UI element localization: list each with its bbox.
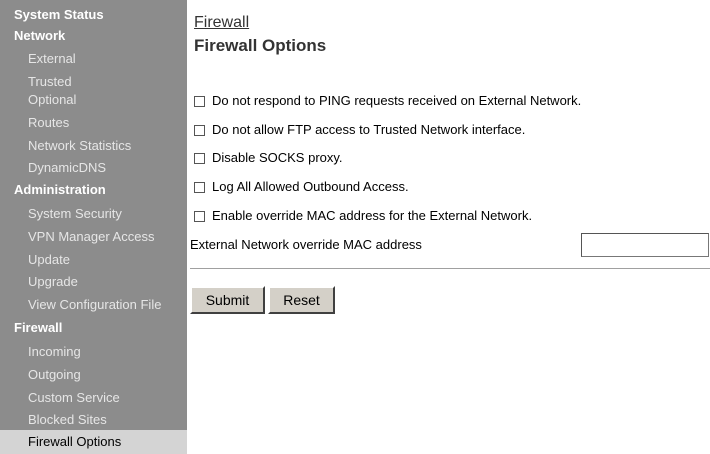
submit-button[interactable]: Submit [190,286,265,314]
option-row-ftp[interactable]: Do not allow FTP access to Trusted Netwo… [194,122,525,138]
checkbox-socks[interactable] [194,152,205,164]
reset-button[interactable]: Reset [268,286,335,314]
nav-heading-administration[interactable]: Administration [14,181,106,198]
sidebar-item-dynamicdns[interactable]: DynamicDNS [28,159,106,176]
breadcrumb-firewall-link[interactable]: Firewall [194,13,249,33]
sidebar-item-upgrade[interactable]: Upgrade [28,273,78,290]
option-label-log-outbound: Log All Allowed Outbound Access. [212,179,409,194]
sidebar-item-trusted[interactable]: Trusted [28,73,72,90]
sidebar-item-optional[interactable]: Optional [28,91,76,108]
sidebar-item-custom-service[interactable]: Custom Service [28,389,120,406]
divider [190,268,710,270]
mac-address-label: External Network override MAC address [190,237,422,252]
option-row-mac-override[interactable]: Enable override MAC address for the Exte… [194,208,532,224]
checkbox-ping[interactable] [194,95,205,107]
sidebar-item-outgoing[interactable]: Outgoing [28,366,81,383]
page-title: Firewall Options [194,36,327,55]
option-row-log-outbound[interactable]: Log All Allowed Outbound Access. [194,179,409,195]
option-label-mac-override: Enable override MAC address for the Exte… [212,208,533,223]
sidebar-item-incoming[interactable]: Incoming [28,343,81,360]
checkbox-ftp[interactable] [194,124,205,136]
nav-heading-firewall[interactable]: Firewall [14,319,62,336]
sidebar-item-external[interactable]: External [28,50,76,67]
nav-heading-network[interactable]: Network [14,27,65,44]
sidebar-item-blocked-sites[interactable]: Blocked Sites [28,411,107,428]
option-row-ping[interactable]: Do not respond to PING requests received… [194,93,581,109]
option-label-ping: Do not respond to PING requests received… [212,93,582,108]
sidebar-item-view-configuration-file[interactable]: View Configuration File [28,296,161,313]
option-row-socks[interactable]: Disable SOCKS proxy. [194,150,343,166]
checkbox-log-outbound[interactable] [194,181,205,193]
checkbox-mac-override[interactable] [194,210,205,222]
nav-system-status[interactable]: System Status [14,6,104,23]
sidebar-item-routes[interactable]: Routes [28,114,69,131]
option-label-ftp: Do not allow FTP access to Trusted Netwo… [212,122,526,137]
sidebar-item-system-security[interactable]: System Security [28,205,122,222]
sidebar-item-vpn-manager-access[interactable]: VPN Manager Access [28,228,154,245]
option-label-socks: Disable SOCKS proxy. [212,150,343,165]
mac-address-input[interactable] [581,233,709,257]
sidebar-item-network-statistics[interactable]: Network Statistics [28,137,131,154]
sidebar-item-update[interactable]: Update [28,251,70,268]
sidebar-item-firewall-options[interactable]: Firewall Options [0,430,187,454]
sidebar-nav: System Status Network External Trusted O… [0,0,187,454]
